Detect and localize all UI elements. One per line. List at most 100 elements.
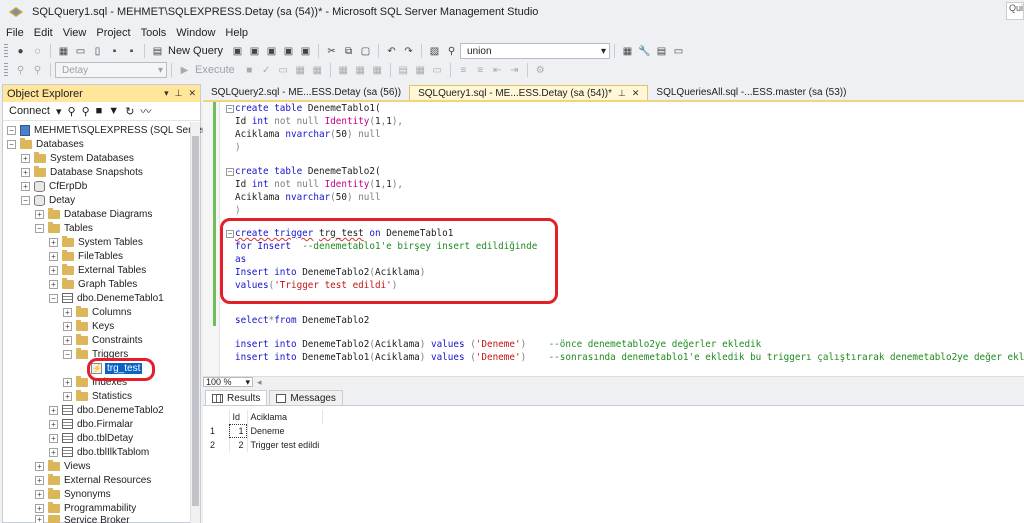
find-combo[interactable]: union ▾ bbox=[460, 43, 611, 59]
available-databases-select[interactable]: Detay ▾ bbox=[55, 62, 167, 78]
expand-icon[interactable]: + bbox=[35, 515, 44, 523]
copy-icon[interactable]: ⧉ bbox=[342, 45, 355, 58]
include-plan-icon[interactable]: ▦ bbox=[337, 64, 350, 77]
tree-node-synonyms[interactable]: + Synonyms bbox=[35, 487, 111, 501]
expand-icon[interactable]: + bbox=[35, 503, 44, 513]
tree-node-external-tables[interactable]: + External Tables bbox=[49, 263, 146, 277]
tree-node-programmability[interactable]: + Programmability bbox=[35, 501, 136, 515]
menu-view[interactable]: View bbox=[61, 27, 95, 39]
toolbox-icon[interactable]: ▤ bbox=[655, 45, 668, 58]
menu-file[interactable]: File bbox=[4, 27, 32, 39]
new-query-button[interactable]: New Query bbox=[168, 45, 223, 57]
window-icon[interactable]: ▭ bbox=[672, 45, 685, 58]
collapse-region-icon[interactable]: − bbox=[226, 105, 234, 113]
quick-launch-input[interactable]: Quic bbox=[1006, 2, 1024, 20]
stop-icon[interactable]: ■ bbox=[96, 105, 103, 117]
execute-button[interactable]: Execute bbox=[195, 64, 235, 76]
menu-edit[interactable]: Edit bbox=[32, 27, 61, 39]
tab-sqlqueriesall[interactable]: SQLQueriesAll.sql -...ESS.master (sa (53… bbox=[648, 85, 854, 100]
collapse-icon[interactable]: − bbox=[63, 349, 72, 359]
results-to-grid-icon[interactable]: ▦ bbox=[414, 64, 427, 77]
expand-icon[interactable]: + bbox=[49, 419, 58, 429]
tree-node-databases[interactable]: − Databases bbox=[7, 137, 84, 151]
decrease-indent-icon[interactable]: ⇤ bbox=[491, 64, 504, 77]
object-explorer-icon[interactable]: ▦ bbox=[621, 45, 634, 58]
query-editor[interactable]: − create table DenemeTablo1( Id int not … bbox=[203, 100, 1024, 376]
disconnect-icon[interactable]: ⚲ bbox=[31, 64, 44, 77]
tree-node-system-databases[interactable]: + System Databases bbox=[21, 151, 134, 165]
cell-aciklama[interactable]: Trigger test edildi bbox=[247, 438, 322, 452]
collapse-icon[interactable]: − bbox=[49, 293, 58, 303]
debug-icon[interactable]: ✓ bbox=[260, 64, 273, 77]
menu-tools[interactable]: Tools bbox=[139, 27, 175, 39]
dax-query-icon[interactable]: ▣ bbox=[299, 45, 312, 58]
tree-node-statistics[interactable]: + Statistics bbox=[63, 389, 132, 403]
specify-values-icon[interactable]: ⚙ bbox=[534, 64, 547, 77]
back-icon[interactable]: ● bbox=[14, 45, 27, 58]
tree-node-database-snapshots[interactable]: + Database Snapshots bbox=[21, 165, 143, 179]
cell-id[interactable]: 2 bbox=[229, 438, 248, 452]
row-number[interactable]: 2 bbox=[207, 438, 230, 452]
comment-icon[interactable]: ≡ bbox=[457, 64, 470, 77]
expand-icon[interactable]: + bbox=[63, 377, 72, 387]
column-header-id[interactable]: Id bbox=[229, 410, 248, 424]
scroll-left-icon[interactable]: ◂ bbox=[257, 377, 262, 388]
tree-node-constraints[interactable]: + Constraints bbox=[63, 333, 143, 347]
table-row[interactable]: 2 2 Trigger test edildi bbox=[207, 438, 322, 452]
client-stats-icon[interactable]: ▦ bbox=[371, 64, 384, 77]
expand-icon[interactable]: + bbox=[35, 461, 44, 471]
expand-icon[interactable]: + bbox=[49, 433, 58, 443]
expand-icon[interactable]: + bbox=[63, 335, 72, 345]
tree-node-cferpdb[interactable]: + CfErpDb bbox=[21, 179, 87, 193]
tree-node-filetables[interactable]: + FileTables bbox=[49, 249, 123, 263]
expand-icon[interactable]: + bbox=[63, 307, 72, 317]
zoom-select[interactable]: 100 % ▾ bbox=[203, 377, 253, 387]
undo-icon[interactable]: ↶ bbox=[385, 45, 398, 58]
display-plan-icon[interactable]: ▦ bbox=[294, 64, 307, 77]
tree-node-database-diagrams[interactable]: + Database Diagrams bbox=[35, 207, 152, 221]
cell-id[interactable]: 1 bbox=[229, 424, 248, 438]
tree-node-system-tables[interactable]: + System Tables bbox=[49, 235, 143, 249]
paste-icon[interactable]: ▢ bbox=[359, 45, 372, 58]
expand-icon[interactable]: + bbox=[21, 153, 30, 163]
close-icon[interactable]: ✕ bbox=[632, 88, 640, 99]
cut-icon[interactable]: ✂ bbox=[325, 45, 338, 58]
live-stats-icon[interactable]: ▦ bbox=[354, 64, 367, 77]
menu-project[interactable]: Project bbox=[94, 27, 138, 39]
collapse-icon[interactable]: − bbox=[35, 223, 44, 233]
object-explorer-scrollbar[interactable] bbox=[190, 122, 200, 523]
expand-icon[interactable]: + bbox=[49, 237, 58, 247]
row-number[interactable]: 1 bbox=[207, 424, 230, 438]
dropdown-icon[interactable]: ▾ bbox=[164, 88, 169, 99]
collapse-icon[interactable]: − bbox=[21, 195, 30, 205]
column-header-aciklama[interactable]: Aciklama bbox=[247, 410, 323, 424]
tree-node-external-resources[interactable]: + External Resources bbox=[35, 473, 151, 487]
uncomment-icon[interactable]: ≡ bbox=[474, 64, 487, 77]
expand-icon[interactable]: + bbox=[49, 447, 58, 457]
open-file-icon[interactable]: ▯ bbox=[91, 45, 104, 58]
tree-node-firmalar[interactable]: + dbo.Firmalar bbox=[49, 417, 133, 431]
dmx-query-icon[interactable]: ▣ bbox=[265, 45, 278, 58]
tree-node-tblilktablom[interactable]: + dbo.tblIlkTablom bbox=[49, 445, 149, 459]
expand-icon[interactable]: + bbox=[49, 251, 58, 261]
connect-plug-icon[interactable]: ⚲ bbox=[68, 105, 76, 118]
expand-icon[interactable]: + bbox=[35, 489, 44, 499]
results-to-text-icon[interactable]: ▤ bbox=[397, 64, 410, 77]
connect-button[interactable]: Connect bbox=[9, 105, 50, 117]
collapse-region-icon[interactable]: − bbox=[226, 168, 234, 176]
expand-icon[interactable]: + bbox=[49, 265, 58, 275]
execute-icon[interactable]: ▶ bbox=[178, 64, 191, 77]
find-icon[interactable]: ⚲ bbox=[445, 45, 458, 58]
toolbar-grip[interactable] bbox=[4, 63, 8, 77]
tree-node-tables[interactable]: − Tables bbox=[35, 221, 93, 235]
expand-icon[interactable]: + bbox=[49, 279, 58, 289]
database-engine-query-icon[interactable]: ▣ bbox=[231, 45, 244, 58]
toolbar-grip[interactable] bbox=[4, 44, 8, 58]
forward-icon[interactable]: ◌ bbox=[31, 45, 44, 58]
tree-node-graph-tables[interactable]: + Graph Tables bbox=[49, 277, 137, 291]
new-project-icon[interactable]: ▦ bbox=[57, 45, 70, 58]
activity-monitor-icon[interactable]: 〰 bbox=[140, 103, 151, 119]
results-to-file-icon[interactable]: ▭ bbox=[431, 64, 444, 77]
expand-icon[interactable]: + bbox=[49, 405, 58, 415]
parse-icon[interactable]: ▭ bbox=[277, 64, 290, 77]
